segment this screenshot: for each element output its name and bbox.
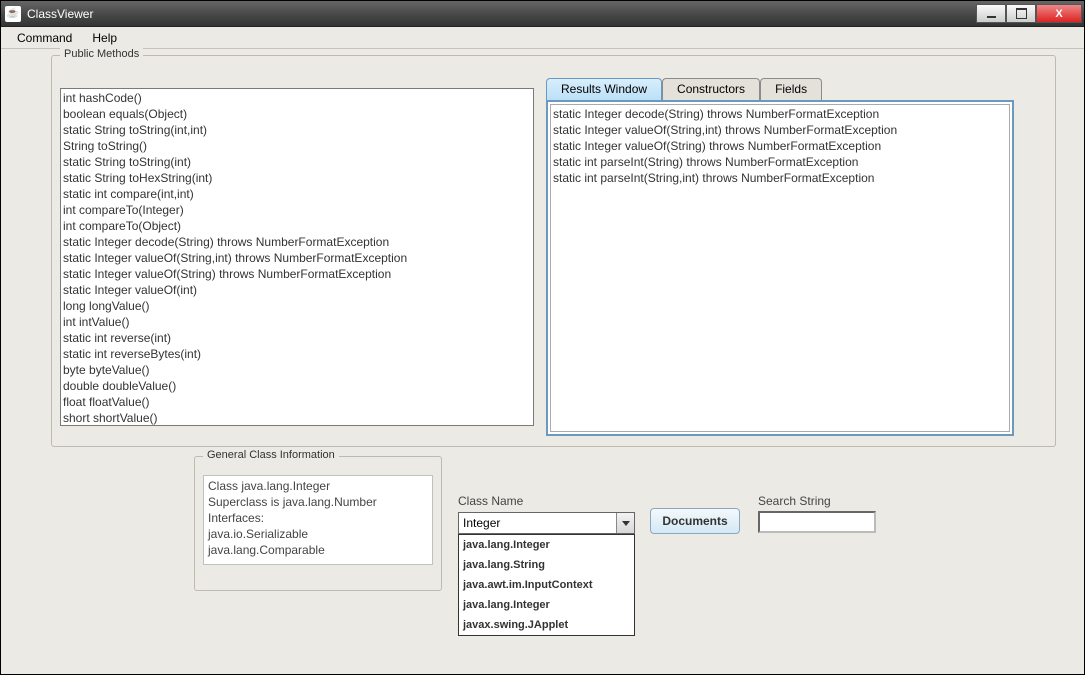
result-item[interactable]: static Integer valueOf(String,int) throw… <box>553 122 1007 138</box>
method-item[interactable]: double doubleValue() <box>63 378 531 394</box>
tab-results[interactable]: Results Window <box>546 78 662 100</box>
window-controls: X <box>976 4 1082 23</box>
results-list[interactable]: static Integer decode(String) throws Num… <box>550 104 1010 432</box>
method-item[interactable]: static Integer valueOf(String,int) throw… <box>63 250 531 266</box>
method-item[interactable]: float floatValue() <box>63 394 531 410</box>
method-item[interactable]: static Integer decode(String) throws Num… <box>63 234 531 250</box>
method-item[interactable]: short shortValue() <box>63 410 531 426</box>
minimize-button[interactable] <box>976 4 1006 23</box>
class-info-line: java.lang.Comparable <box>208 542 428 558</box>
client-area: Public Methods int hashCode()boolean equ… <box>1 49 1084 674</box>
result-item[interactable]: static int parseInt(String,int) throws N… <box>553 170 1007 186</box>
dropdown-option[interactable]: java.awt.im.InputContext <box>459 575 634 595</box>
classname-value: Integer <box>459 516 616 530</box>
menu-help[interactable]: Help <box>82 29 127 47</box>
method-item[interactable]: boolean equals(Object) <box>63 106 531 122</box>
method-item[interactable]: int intValue() <box>63 314 531 330</box>
close-button[interactable]: X <box>1036 4 1082 23</box>
method-item[interactable]: static int compare(int,int) <box>63 186 531 202</box>
app-window: ☕ ClassViewer X Command Help Public Meth… <box>0 0 1085 675</box>
public-methods-legend: Public Methods <box>60 48 143 60</box>
dropdown-option[interactable]: javax.swing.JApplet <box>459 615 634 635</box>
classname-dropdown[interactable]: java.lang.Integerjava.lang.Stringjava.aw… <box>458 534 635 636</box>
class-info-line: Superclass is java.lang.Number <box>208 494 428 510</box>
method-item[interactable]: static int reverseBytes(int) <box>63 346 531 362</box>
method-item[interactable]: int hashCode() <box>63 90 531 106</box>
dropdown-option[interactable]: java.lang.String <box>459 555 634 575</box>
classname-label: Class Name <box>458 494 523 508</box>
java-icon: ☕ <box>5 6 21 22</box>
menu-command[interactable]: Command <box>7 29 82 47</box>
classname-combo-wrap: Integer java.lang.Integerjava.lang.Strin… <box>458 512 635 534</box>
dropdown-icon[interactable] <box>616 513 634 533</box>
method-item[interactable]: static String toHexString(int) <box>63 170 531 186</box>
class-info-line: java.io.Serializable <box>208 526 428 542</box>
method-item[interactable]: int compareTo(Object) <box>63 218 531 234</box>
method-item[interactable]: byte byteValue() <box>63 362 531 378</box>
result-item[interactable]: static Integer valueOf(String) throws Nu… <box>553 138 1007 154</box>
public-methods-list[interactable]: int hashCode()boolean equals(Object)stat… <box>60 88 534 426</box>
method-item[interactable]: String toString() <box>63 138 531 154</box>
class-info-box: Class java.lang.Integer Superclass is ja… <box>203 475 433 565</box>
method-item[interactable]: static String toString(int,int) <box>63 122 531 138</box>
menubar: Command Help <box>1 27 1084 49</box>
tab-constructors[interactable]: Constructors <box>662 78 760 100</box>
window-title: ClassViewer <box>27 7 93 21</box>
class-info-legend: General Class Information <box>203 449 339 461</box>
maximize-button[interactable] <box>1006 4 1036 23</box>
method-item[interactable]: long longValue() <box>63 298 531 314</box>
documents-button[interactable]: Documents <box>650 508 740 534</box>
class-info-line: Interfaces: <box>208 510 428 526</box>
result-item[interactable]: static Integer decode(String) throws Num… <box>553 106 1007 122</box>
method-item[interactable]: int compareTo(Integer) <box>63 202 531 218</box>
method-item[interactable]: static String toString(int) <box>63 154 531 170</box>
dropdown-option[interactable]: java.lang.Integer <box>459 595 634 615</box>
tab-strip: Results Window Constructors Fields <box>546 78 1014 100</box>
class-info-line: Class java.lang.Integer <box>208 478 428 494</box>
public-methods-panel: Public Methods int hashCode()boolean equ… <box>51 55 1056 447</box>
search-input[interactable] <box>758 511 876 533</box>
tab-fields[interactable]: Fields <box>760 78 822 100</box>
titlebar[interactable]: ☕ ClassViewer X <box>1 1 1084 27</box>
search-label: Search String <box>758 494 831 508</box>
dropdown-option[interactable]: java.lang.Integer <box>459 535 634 555</box>
method-item[interactable]: static Integer valueOf(int) <box>63 282 531 298</box>
classname-combo[interactable]: Integer <box>458 512 635 534</box>
method-item[interactable]: static int reverse(int) <box>63 330 531 346</box>
method-item[interactable]: static Integer valueOf(String) throws Nu… <box>63 266 531 282</box>
tabs-area: Results Window Constructors Fields stati… <box>546 78 1014 436</box>
class-info-panel: General Class Information Class java.lan… <box>194 456 442 591</box>
tab-content-wrap: static Integer decode(String) throws Num… <box>546 100 1014 436</box>
result-item[interactable]: static int parseInt(String) throws Numbe… <box>553 154 1007 170</box>
